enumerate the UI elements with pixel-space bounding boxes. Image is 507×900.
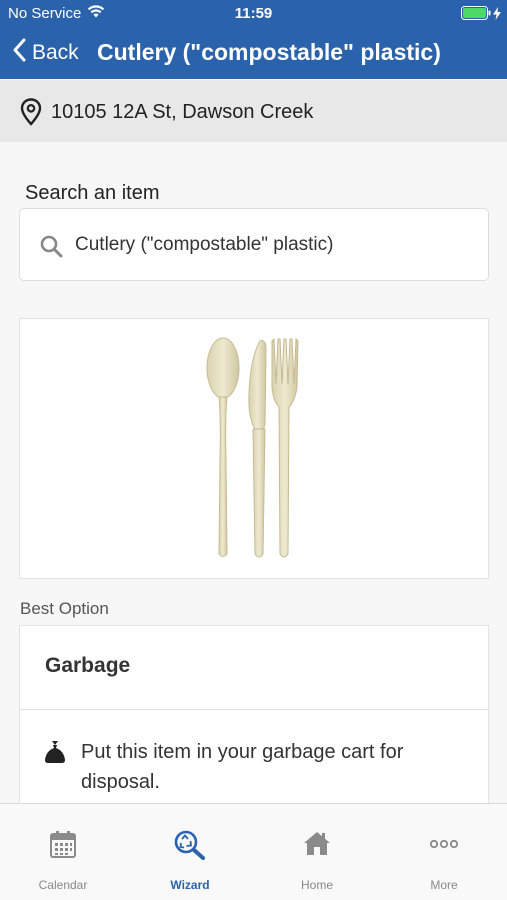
tab-more[interactable]: More [381,804,507,900]
tab-wizard[interactable]: Wizard [127,804,253,900]
divider [20,709,488,710]
search-icon [39,234,63,263]
status-time: 11:59 [234,5,273,22]
address-bar[interactable]: 10105 12A St, Dawson Creek [0,80,507,142]
tab-home[interactable]: Home [254,804,380,900]
home-icon [254,830,380,860]
tab-calendar-label: Calendar [38,878,88,892]
address-text: 10105 12A St, Dawson Creek [51,101,314,123]
header-bar: No Service 11:59 Back Cutlery ("composta… [0,0,507,79]
tab-wizard-label: Wizard [170,878,210,892]
charging-bolt-icon [493,6,501,24]
back-button[interactable]: Back [12,38,79,68]
garbage-bag-icon [44,740,66,769]
tab-more-label: More [430,878,458,892]
more-icon [381,830,507,860]
tab-calendar[interactable]: Calendar [0,804,126,900]
best-option-label: Best Option [20,599,109,618]
chevron-left-icon [12,38,26,68]
back-label: Back [32,41,79,64]
location-pin-icon [20,98,42,131]
disposal-method-title: Garbage [45,654,131,677]
status-bar: No Service 11:59 [0,0,507,28]
tab-bar: Calendar Wizard Home More [0,803,507,900]
page-title: Cutlery ("compostable" plastic) [97,39,441,65]
calendar-icon [0,830,126,860]
navigation-bar: Back Cutlery ("compostable" plastic) [0,28,507,79]
recycle-search-icon [127,830,253,860]
battery-icon [461,6,491,24]
item-image [19,318,489,579]
search-value: Cutlery ("compostable" plastic) [75,234,334,255]
battery-indicator [461,6,501,24]
search-input[interactable]: Cutlery ("compostable" plastic) [19,208,489,281]
disposal-instruction: Put this item in your garbage cart for d… [81,741,404,793]
search-label: Search an item [25,182,160,204]
best-option-card[interactable]: Garbage Put this item in your garbage ca… [19,625,489,825]
cutlery-image [206,337,299,558]
tab-home-label: Home [300,878,333,892]
